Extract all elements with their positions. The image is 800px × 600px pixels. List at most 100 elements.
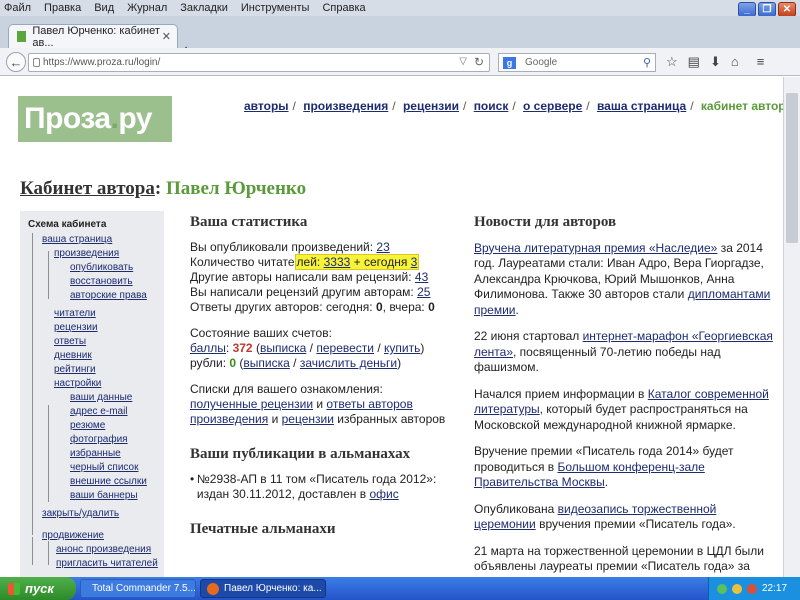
menu-file[interactable]: Файл: [4, 2, 31, 14]
sidebar-item-restore[interactable]: восстановить: [70, 276, 133, 287]
tree-line: [48, 251, 49, 299]
sidebar-item-invite-readers[interactable]: пригласить читателей: [56, 558, 158, 569]
stat-readers: Количество читате лей: 3333 + сегодня 3: [190, 254, 420, 270]
nav-author-cabinet[interactable]: кабинет автора: [701, 99, 792, 113]
tray-network-icon[interactable]: [717, 583, 727, 594]
tab-strip: Павел Юрченко: кабинет ав... ✕ +: [0, 16, 800, 58]
nav-your-page[interactable]: ваша страница: [597, 99, 686, 113]
sidebar-title: Схема кабинета: [28, 219, 107, 230]
sidebar-item-publish[interactable]: опубликовать: [70, 262, 133, 273]
menu-bar: Файл Правка Вид Журнал Закладки Инструме…: [0, 0, 800, 17]
menu-history[interactable]: Журнал: [127, 2, 167, 14]
dropdown-arrow-icon[interactable]: ▽: [459, 56, 467, 67]
menu-edit[interactable]: Правка: [44, 2, 81, 14]
sidebar-item-works[interactable]: произведения: [54, 248, 119, 259]
rubles-row: рубли: 0 (выписка / зачислить деньги): [190, 356, 402, 370]
tree-line: [32, 233, 33, 535]
almanacs-heading: Ваши публикации в альманахах: [190, 446, 411, 462]
news-item-6: 21 марта на торжественной церемонии в ЦД…: [474, 543, 764, 574]
stat-published: Вы опубликовали произведений: 23: [190, 240, 390, 254]
news-item-4: Вручение премии «Писатель года 2014» буд…: [474, 444, 734, 489]
sidebar-item-settings[interactable]: настройки: [54, 378, 101, 389]
sidebar-item-close-delete[interactable]: закрыть/удалить: [42, 508, 119, 519]
menu-tools[interactable]: Инструменты: [241, 2, 310, 14]
sidebar-item-promotion[interactable]: продвижение: [42, 530, 104, 541]
google-icon[interactable]: g: [503, 57, 516, 69]
stats-column: Ваша статистика Вы опубликовали произвед…: [190, 215, 452, 547]
minimize-icon[interactable]: _: [738, 2, 756, 17]
search-icon[interactable]: ⚲: [643, 56, 651, 69]
news-item-3: Начался прием информации в Каталог совре…: [474, 386, 769, 432]
url-text: https://www.proza.ru/login/: [43, 57, 161, 68]
close-icon[interactable]: ✕: [778, 2, 796, 17]
sidebar-item-external-links[interactable]: внешние ссылки: [70, 476, 147, 487]
bookmark-star-icon[interactable]: ☆: [666, 54, 678, 70]
sidebar-item-banners[interactable]: ваши баннеры: [70, 490, 138, 501]
news-item-2: 22 июня стартовал интернет-марафон «Геор…: [474, 329, 773, 374]
clock[interactable]: 22:17: [762, 583, 787, 594]
tray-app-icon[interactable]: [747, 583, 757, 594]
sidebar-item-answers[interactable]: ответы: [54, 336, 86, 347]
task-total-commander[interactable]: Total Commander 7.5...: [80, 579, 196, 598]
nav-about[interactable]: о сервере: [523, 99, 582, 113]
stat-reviews-written: Вы написали рецензий другим авторам: 25: [190, 285, 431, 299]
sidebar-item-announce[interactable]: анонс произведения: [56, 544, 151, 555]
task-firefox[interactable]: Павел Юрченко: ка...: [200, 579, 326, 598]
reload-icon[interactable]: ↻: [474, 55, 484, 69]
home-icon[interactable]: ⌂: [731, 54, 739, 70]
sidebar-item-your-page[interactable]: ваша страница: [42, 234, 112, 245]
tray-shield-icon[interactable]: [732, 583, 742, 594]
stats-heading: Ваша статистика: [190, 214, 308, 230]
tab-title: Павел Юрченко: кабинет ав...: [32, 24, 160, 49]
nav-search[interactable]: поиск: [474, 99, 509, 113]
sidebar-item-ratings[interactable]: рейтинги: [54, 364, 96, 375]
accounts-heading: Состояние ваших счетов:: [190, 326, 332, 340]
system-tray: 22:17: [708, 577, 800, 600]
menu-bookmarks[interactable]: Закладки: [180, 2, 228, 14]
sidebar-item-photo[interactable]: фотография: [70, 434, 128, 445]
stat-reviews-received: Другие авторы написали вам рецензий: 43: [190, 270, 429, 284]
sidebar-item-your-data[interactable]: ваши данные: [70, 392, 132, 403]
sidebar: Схема кабинета ваша страница произведени…: [20, 211, 164, 577]
points-row: баллы: 372 (выписка / перевести / купить…: [190, 341, 425, 355]
news-column: Новости для авторов Вручена литературная…: [474, 214, 774, 575]
search-box[interactable]: g Google ⚲: [498, 53, 656, 72]
news-heading: Новости для авторов: [474, 214, 617, 230]
sidebar-item-reviews[interactable]: рецензии: [54, 322, 98, 333]
menu-help[interactable]: Справка: [322, 2, 365, 14]
sidebar-item-email[interactable]: адрес e-mail: [70, 406, 128, 417]
sidebar-item-resume[interactable]: резюме: [70, 420, 105, 431]
toolbar-icons: ☆ ▤ ⬇ ⌂ ≡: [666, 54, 764, 70]
back-arrow-icon[interactable]: ←: [6, 52, 26, 72]
sidebar-item-copyright[interactable]: авторские права: [70, 290, 147, 301]
menu-view[interactable]: Вид: [94, 2, 114, 14]
sidebar-item-blacklist[interactable]: черный список: [70, 462, 138, 473]
download-icon[interactable]: ⬇: [710, 54, 721, 70]
reading-list-icon[interactable]: ▤: [688, 54, 700, 70]
tab-active[interactable]: Павел Юрченко: кабинет ав... ✕: [8, 24, 178, 49]
readers-highlight: лей: 3333 + сегодня 3: [294, 254, 420, 270]
address-bar[interactable]: https://www.proza.ru/login/ ▽ ↻: [28, 53, 490, 72]
scrollbar-thumb[interactable]: [786, 93, 798, 243]
site-logo[interactable]: Проза. ру: [18, 96, 172, 142]
tab-close-icon[interactable]: ✕: [162, 30, 171, 43]
lists-row-1: полученные рецензии и ответы авторов: [190, 397, 413, 411]
sidebar-item-favorites[interactable]: избранные: [70, 448, 121, 459]
nav-works[interactable]: произведения: [303, 99, 388, 113]
news-item-5: Опубликована видеозапись торжественной ц…: [474, 501, 736, 532]
search-placeholder: Google: [525, 57, 558, 68]
restore-icon[interactable]: ❐: [758, 2, 776, 17]
menu-hamburger-icon[interactable]: ≡: [757, 54, 765, 70]
nav-reviews[interactable]: рецензии: [403, 99, 459, 113]
vertical-scrollbar[interactable]: [783, 77, 800, 577]
nav-bar: ← https://www.proza.ru/login/ ▽ ↻ g Goog…: [0, 48, 800, 76]
start-button[interactable]: пуск: [0, 577, 76, 600]
tree-line: [32, 537, 33, 565]
windows-flag-icon: [8, 582, 20, 595]
lock-icon: [33, 58, 40, 67]
sidebar-item-diary[interactable]: дневник: [54, 350, 92, 361]
taskbar: пуск Total Commander 7.5... Павел Юрченк…: [0, 577, 800, 600]
nav-authors[interactable]: авторы: [244, 99, 289, 113]
sidebar-item-readers[interactable]: читатели: [54, 308, 96, 319]
lists-heading: Списки для вашего ознакомления:: [190, 382, 383, 396]
